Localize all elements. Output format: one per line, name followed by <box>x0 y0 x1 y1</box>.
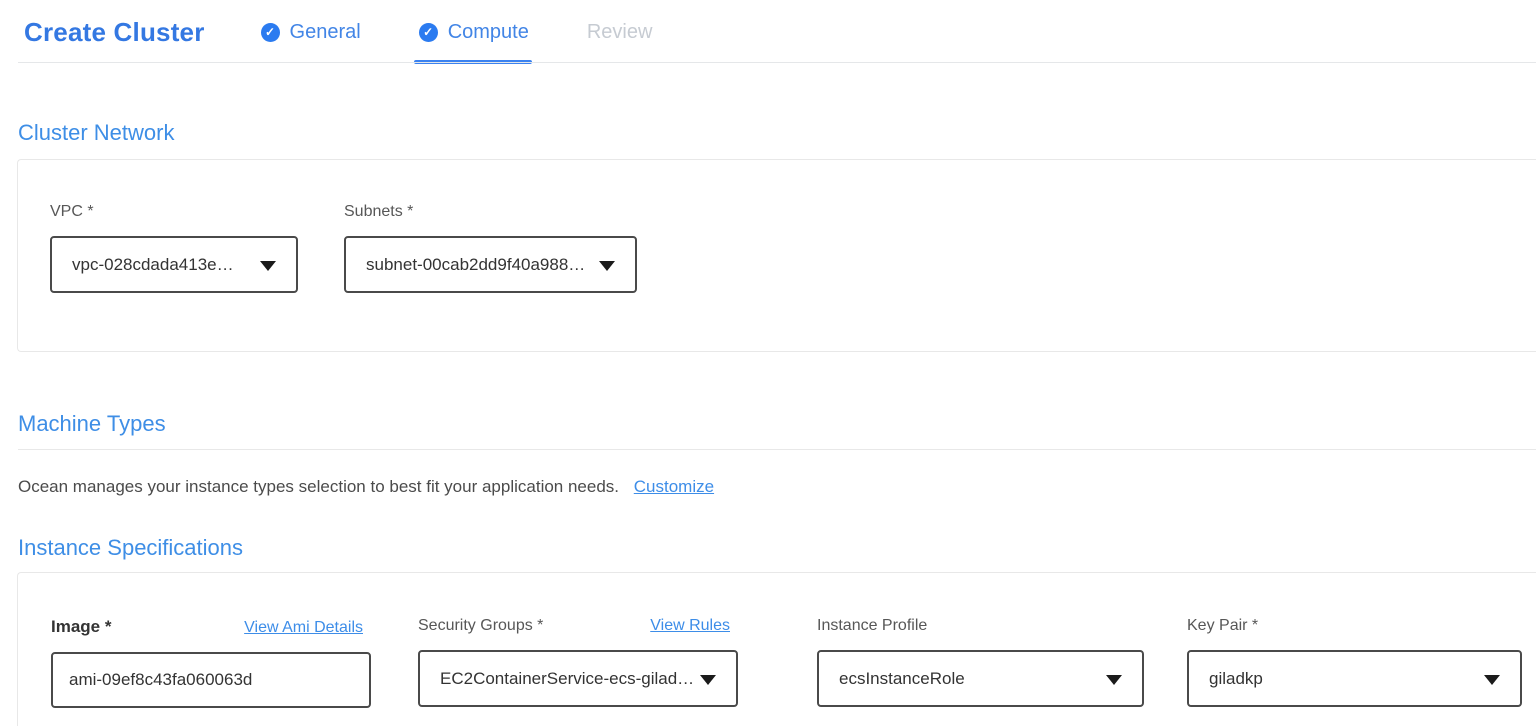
caret-down-icon <box>1484 675 1500 685</box>
key-pair-label: Key Pair * <box>1187 617 1522 635</box>
header-divider <box>18 62 1536 63</box>
image-input[interactable] <box>51 652 371 708</box>
caret-down-icon <box>1106 675 1122 685</box>
cluster-network-heading: Cluster Network <box>18 121 1536 145</box>
instance-profile-label: Instance Profile <box>817 617 1144 635</box>
key-pair-selected-value: giladkp <box>1209 669 1263 689</box>
tab-general[interactable]: ✓ General <box>261 0 361 64</box>
wizard-tabs: ✓ General ✓ Compute Review <box>261 0 653 64</box>
machine-types-divider <box>18 449 1536 450</box>
security-groups-selected-value: EC2ContainerService-ecs-gilad… <box>440 669 692 689</box>
key-pair-select[interactable]: giladkp <box>1187 650 1522 707</box>
subnets-label: Subnets * <box>344 203 637 221</box>
instance-specifications-heading: Instance Specifications <box>18 536 1536 560</box>
instance-profile-field-group: Instance Profile ecsInstanceRole <box>817 617 1144 726</box>
security-groups-field-group: Security Groups * View Rules EC2Containe… <box>418 617 738 726</box>
tab-review[interactable]: Review <box>587 0 653 64</box>
view-rules-link[interactable]: View Rules <box>650 617 730 635</box>
image-field-group: Image * View Ami Details <box>51 617 371 726</box>
subnets-select[interactable]: subnet-00cab2dd9f40a988… <box>344 236 637 293</box>
tab-compute-label: Compute <box>448 21 529 44</box>
view-ami-details-link[interactable]: View Ami Details <box>244 619 363 637</box>
key-pair-field-group: Key Pair * giladkp <box>1187 617 1522 726</box>
caret-down-icon <box>599 261 615 271</box>
subnets-selected-value: subnet-00cab2dd9f40a988… <box>366 255 585 275</box>
check-circle-icon: ✓ <box>261 23 280 42</box>
vpc-selected-value: vpc-028cdada413e… <box>72 255 234 275</box>
vpc-label: VPC * <box>50 203 298 221</box>
caret-down-icon <box>700 675 716 685</box>
wizard-header: Create Cluster ✓ General ✓ Compute Revie… <box>0 0 1536 64</box>
tab-review-label: Review <box>587 21 653 44</box>
security-groups-label: Security Groups * <box>418 617 543 635</box>
subnets-field-group: Subnets * subnet-00cab2dd9f40a988… <box>344 203 637 351</box>
image-label: Image * <box>51 617 111 636</box>
tab-compute[interactable]: ✓ Compute <box>419 0 529 64</box>
security-groups-label-row: Security Groups * View Rules <box>418 617 738 635</box>
cluster-network-card: VPC * vpc-028cdada413e… Subnets * subnet… <box>17 159 1536 352</box>
vpc-select[interactable]: vpc-028cdada413e… <box>50 236 298 293</box>
machine-types-description: Ocean manages your instance types select… <box>18 477 619 496</box>
caret-down-icon <box>260 261 276 271</box>
instance-specifications-card: Image * View Ami Details Security Groups… <box>17 572 1536 726</box>
machine-types-heading: Machine Types <box>18 412 1536 436</box>
page-title: Create Cluster <box>24 17 205 48</box>
tab-general-label: General <box>290 21 361 44</box>
security-groups-select[interactable]: EC2ContainerService-ecs-gilad… <box>418 650 738 707</box>
instance-profile-selected-value: ecsInstanceRole <box>839 669 965 689</box>
check-circle-icon: ✓ <box>419 23 438 42</box>
customize-link[interactable]: Customize <box>634 477 714 496</box>
vpc-field-group: VPC * vpc-028cdada413e… <box>50 203 298 351</box>
image-label-row: Image * View Ami Details <box>51 617 371 637</box>
instance-profile-select[interactable]: ecsInstanceRole <box>817 650 1144 707</box>
machine-types-description-row: Ocean manages your instance types select… <box>18 476 1536 498</box>
